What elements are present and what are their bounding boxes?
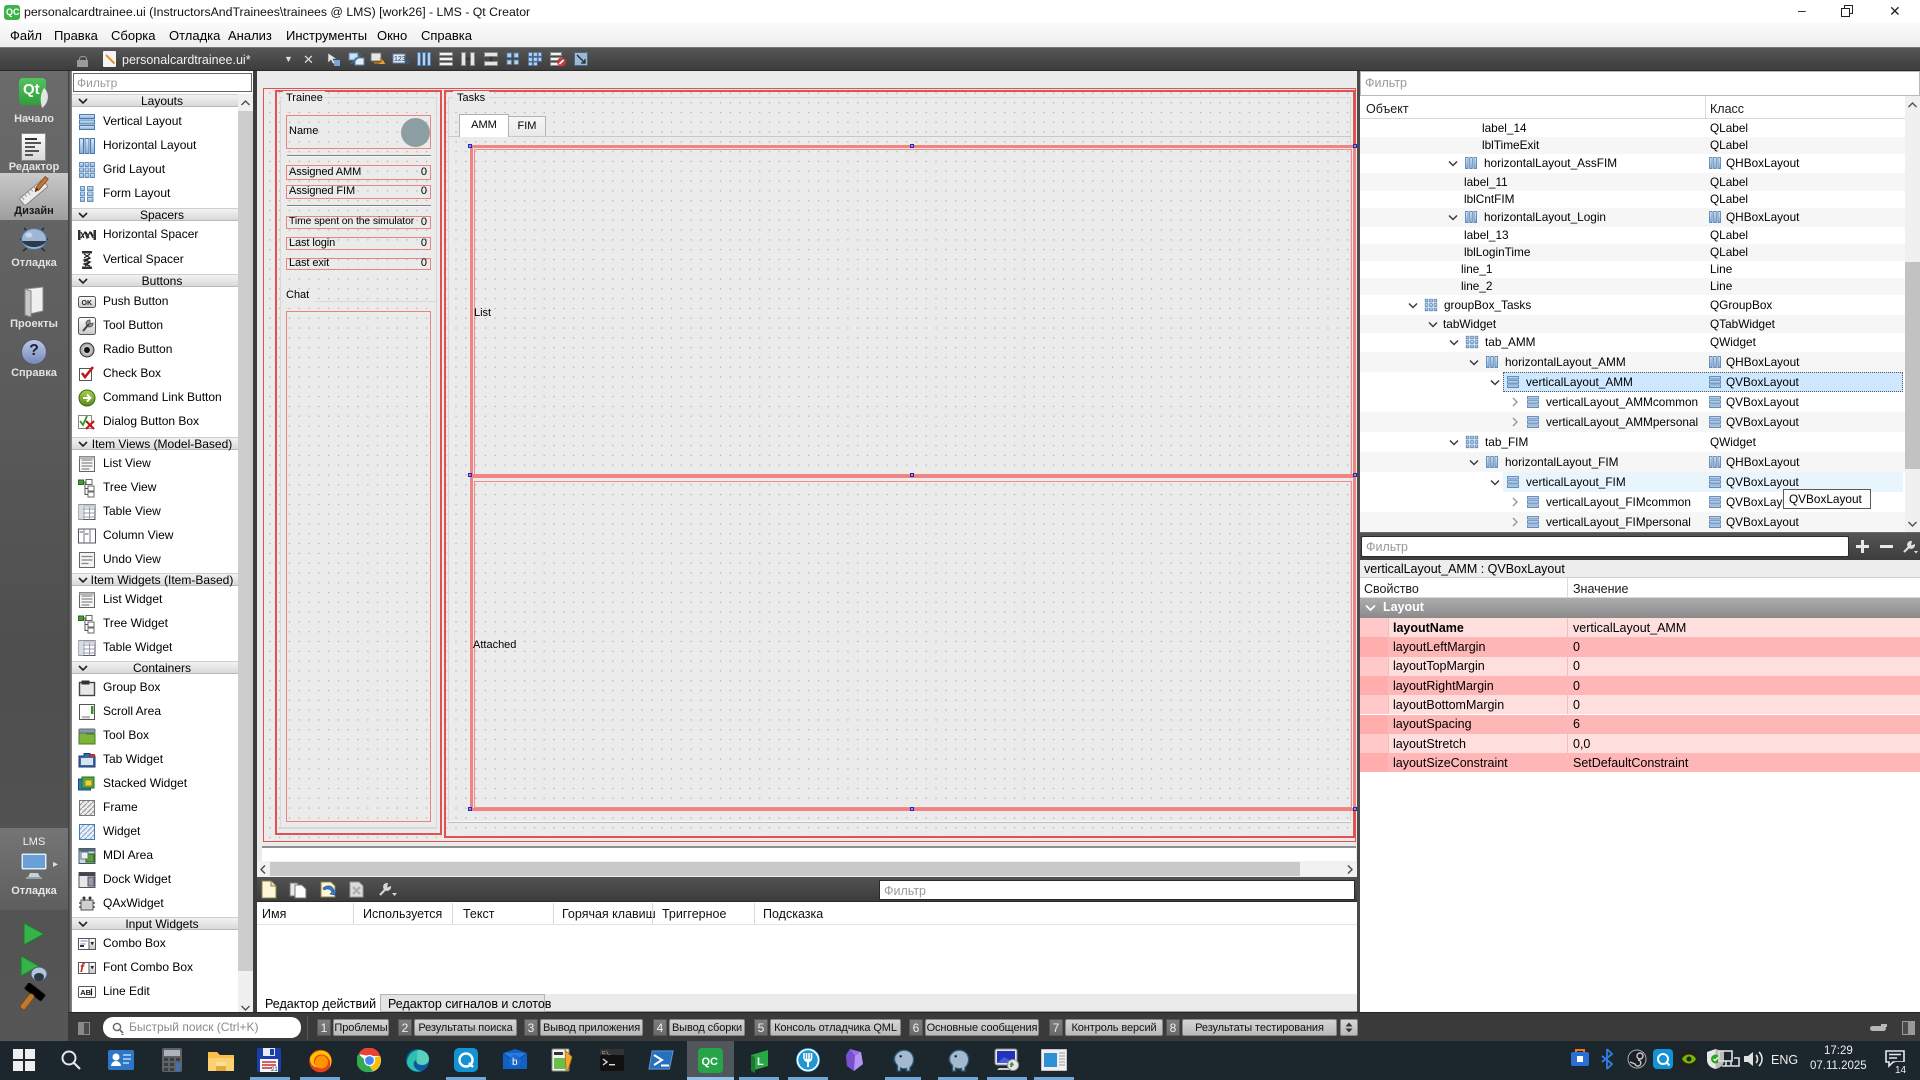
svg-text:b: b [512, 1057, 518, 1068]
svg-text:123: 123 [394, 56, 406, 63]
svg-text:OK: OK [82, 300, 93, 307]
svg-text:C:\_: C:\_ [602, 1050, 611, 1055]
svg-text:21: 21 [271, 1067, 278, 1072]
svg-text:L: L [757, 1056, 764, 1068]
svg-text:AB: AB [80, 988, 91, 997]
svg-text:QC: QC [702, 1056, 719, 1068]
